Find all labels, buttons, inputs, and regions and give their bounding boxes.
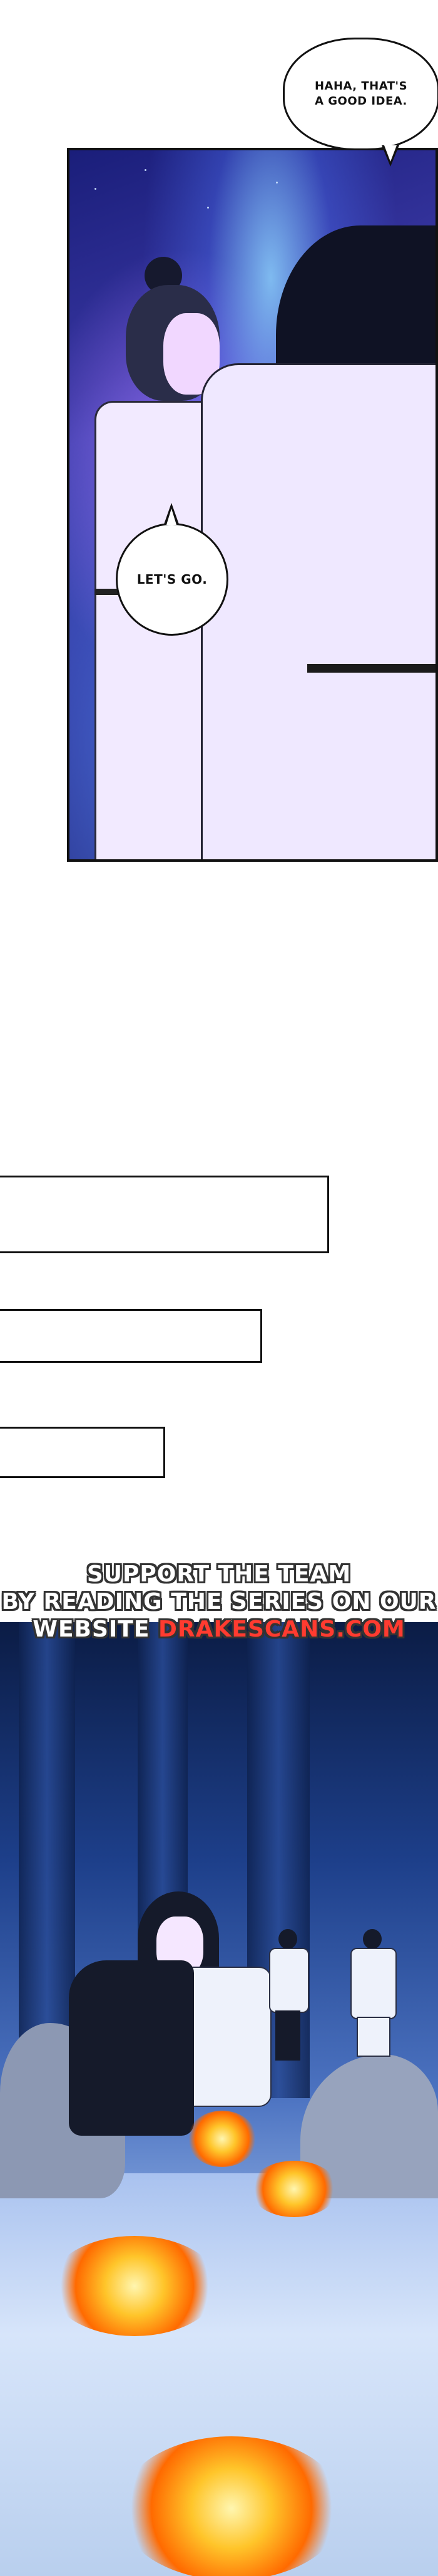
character-right-cloak bbox=[201, 363, 435, 859]
star bbox=[207, 207, 209, 209]
speech-bubble-tail-fill bbox=[166, 509, 176, 525]
star bbox=[276, 182, 278, 184]
glowing-footprint bbox=[50, 2236, 219, 2336]
promo-site-link[interactable]: DRAKESCANS.COM bbox=[158, 1616, 405, 1642]
speech-bubble-text: HAHA, THAT'S A GOOD IDEA. bbox=[314, 80, 408, 108]
distant-figure-head bbox=[278, 1929, 297, 1949]
promo-line-3-prefix: WEBSITE bbox=[33, 1616, 150, 1642]
narration-box-2 bbox=[0, 1309, 262, 1363]
distant-figure-head bbox=[363, 1929, 382, 1949]
promo-banner: SUPPORT THE TEAM BY READING THE SERIES O… bbox=[0, 1550, 438, 1653]
speech-bubble-text: LET'S GO. bbox=[136, 572, 208, 587]
distant-figure bbox=[344, 1929, 400, 2057]
narration-box-1 bbox=[0, 1176, 329, 1253]
glowing-footprint bbox=[188, 2111, 257, 2167]
speech-bubble-middle-left: LET'S GO. bbox=[116, 523, 228, 636]
star bbox=[145, 169, 146, 171]
promo-line-2: BY READING THE SERIES ON OUR bbox=[1, 1588, 437, 1615]
panel-hall-scene bbox=[0, 1622, 438, 2576]
distant-figure bbox=[266, 1929, 310, 2061]
distant-figure-body bbox=[350, 1948, 397, 2019]
panel-starry-sky bbox=[67, 148, 438, 862]
character-right-belt bbox=[307, 664, 435, 673]
star bbox=[94, 188, 96, 190]
narration-box-3 bbox=[0, 1427, 165, 1478]
promo-line-3: WEBSITE DRAKESCANS.COM bbox=[33, 1616, 405, 1643]
glowing-footprint bbox=[119, 2436, 344, 2576]
distant-figure-body bbox=[269, 1948, 309, 2013]
speech-bubble-tail-fill bbox=[384, 145, 397, 162]
character-right bbox=[201, 225, 435, 859]
speech-bubble-top-right: HAHA, THAT'S A GOOD IDEA. bbox=[283, 38, 438, 150]
distant-figure-legs bbox=[357, 2017, 390, 2057]
distant-figure-legs bbox=[275, 2010, 300, 2061]
glowing-footprint bbox=[250, 2161, 338, 2217]
promo-line-1: SUPPORT THE TEAM bbox=[86, 1561, 352, 1587]
figure-cloak bbox=[69, 1960, 194, 2136]
